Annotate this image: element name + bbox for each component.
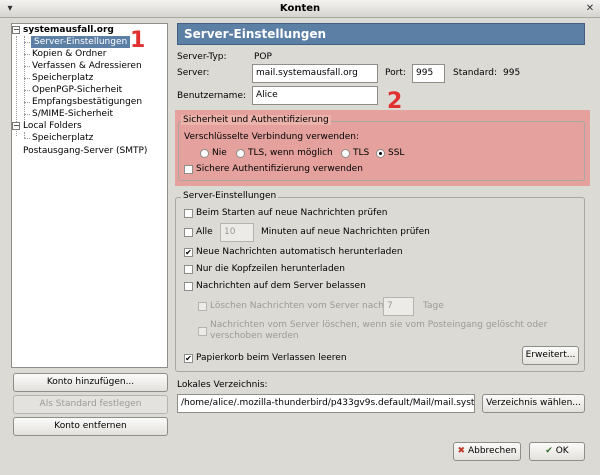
cancel-icon: ✖ [457, 446, 466, 456]
delete-after-label[interactable]: Löschen Nachrichten vom Server nach [210, 301, 384, 311]
delete-when-removed-label[interactable]: Nachrichten vom Server löschen, wenn sie… [210, 320, 550, 342]
leave-on-server-checkbox[interactable] [184, 282, 193, 291]
radio-tls-if-possible-label[interactable]: TLS, wenn möglich [248, 148, 333, 158]
security-group-title: Sicherheit und Authentifizierung [181, 115, 331, 125]
port-input[interactable]: 995 [412, 64, 445, 83]
check-on-start-label[interactable]: Beim Starten auf neue Nachrichten prüfen [196, 208, 387, 218]
window-title: Konten [279, 3, 321, 14]
remove-account-button[interactable]: Konto entfernen [13, 417, 168, 436]
encryption-label: Verschlüsselte Verbindung verwenden: [184, 132, 360, 142]
empty-trash-checkbox[interactable]: ✔ [184, 354, 193, 363]
radio-tls-label[interactable]: TLS [353, 148, 369, 158]
ok-icon: ✔ [545, 446, 553, 456]
radio-ssl-label[interactable]: SSL [388, 148, 404, 158]
empty-trash-label[interactable]: Papierkorb beim Verlassen leeren [196, 353, 347, 363]
check-every-minutes-input[interactable]: 10 [220, 223, 254, 242]
check-every-label[interactable]: Alle [196, 227, 213, 237]
collapse-icon[interactable]: − [12, 26, 20, 34]
tree-account-local-folders[interactable]: Local Folders [23, 120, 82, 132]
tree-item-composition[interactable]: Verfassen & Adressieren [32, 60, 142, 72]
tree-item-copies-folders[interactable]: Kopien & Ordner [32, 48, 106, 60]
radio-never-label[interactable]: Nie [212, 148, 227, 158]
delete-after-days-input[interactable]: 7 [383, 297, 414, 316]
secure-auth-checkbox[interactable] [184, 165, 193, 174]
account-tree[interactable]: − systemausfall.org Server-Einstellungen… [11, 23, 168, 368]
tree-item-local-disk-space[interactable]: Speicherplatz [32, 132, 93, 144]
headers-only-checkbox[interactable] [184, 265, 193, 274]
radio-tls[interactable] [341, 149, 350, 158]
auto-download-checkbox[interactable]: ✔ [184, 248, 193, 257]
radio-tls-if-possible[interactable] [236, 149, 245, 158]
server-input[interactable]: mail.systemausfall.org [252, 64, 378, 83]
standard-label: Standard: [453, 68, 497, 78]
auto-download-label[interactable]: Neue Nachrichten automatisch herunterlad… [196, 247, 403, 257]
cancel-button-label: Abbrechen [467, 446, 517, 456]
username-label: Benutzername: [177, 91, 247, 101]
server-label: Server: [177, 68, 210, 78]
server-type-label: Server-Typ: [177, 52, 227, 62]
annotation-marker-2: 2 [387, 89, 403, 114]
ok-button-label: OK [555, 446, 569, 456]
standard-port-value: 995 [503, 68, 521, 78]
local-dir-label: Lokales Verzeichnis: [177, 380, 268, 390]
ok-button[interactable]: ✔ OK [529, 442, 585, 461]
radio-ssl[interactable] [376, 149, 385, 158]
tree-item-openpgp[interactable]: OpenPGP-Sicherheit [32, 84, 122, 96]
tree-account-systemausfall[interactable]: systemausfall.org [23, 24, 114, 36]
username-input[interactable]: Alice [252, 86, 378, 105]
headers-only-label[interactable]: Nur die Kopfzeilen herunterladen [196, 264, 345, 274]
tree-item-server-settings[interactable]: Server-Einstellungen [31, 36, 131, 48]
annotation-marker-1: 1 [130, 28, 146, 53]
leave-on-server-label[interactable]: Nachrichten auf dem Server belassen [196, 281, 366, 291]
delete-when-removed-checkbox[interactable] [198, 327, 207, 336]
delete-after-suffix: Tage [423, 301, 444, 311]
local-dir-input[interactable]: /home/alice/.mozilla-thunderbird/p433gv9… [177, 394, 475, 413]
choose-directory-button[interactable]: Verzeichnis wählen... [482, 394, 585, 413]
close-icon[interactable]: ✕ [584, 3, 596, 15]
window-titlebar: ▾ Konten ✕ [0, 0, 600, 18]
add-account-button[interactable]: Konto hinzufügen... [13, 373, 168, 392]
tree-item-receipts[interactable]: Empfangsbestätigungen [32, 96, 142, 108]
secure-auth-label[interactable]: Sichere Authentifizierung verwenden [196, 164, 363, 174]
check-every-suffix: Minuten auf neue Nachrichten prüfen [261, 227, 430, 237]
check-on-start-checkbox[interactable] [184, 209, 193, 218]
collapse-icon[interactable]: − [12, 122, 20, 130]
radio-never[interactable] [200, 149, 209, 158]
page-title: Server-Einstellungen [177, 23, 585, 45]
port-label: Port: [385, 68, 406, 78]
server-type-value: POP [254, 52, 272, 62]
tree-item-smtp[interactable]: Postausgang-Server (SMTP) [23, 145, 147, 157]
delete-after-checkbox[interactable] [198, 302, 207, 311]
advanced-button[interactable]: Erweitert... [522, 346, 579, 365]
server-settings-group-title: Server-Einstellungen [181, 191, 279, 201]
tree-item-smime[interactable]: S/MIME-Sicherheit [32, 108, 113, 120]
check-every-checkbox[interactable] [184, 228, 193, 237]
set-default-button[interactable]: Als Standard festlegen [13, 395, 168, 414]
cancel-button[interactable]: ✖ Abbrechen [453, 442, 521, 461]
tree-item-disk-space[interactable]: Speicherplatz [32, 72, 93, 84]
